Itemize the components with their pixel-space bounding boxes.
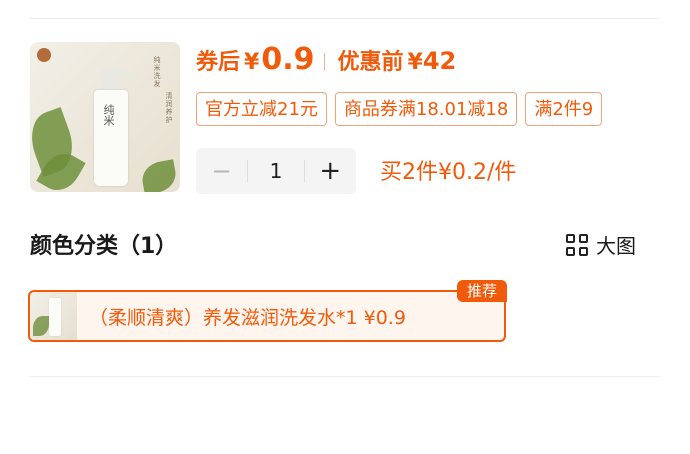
bottle-pump-arm <box>116 70 130 75</box>
thumbnail-side-text: 纯米洗发 <box>153 56 161 88</box>
multi-buy-price: 买2件¥0.2/件 <box>380 160 517 185</box>
coupon-tag[interactable]: 商品券满18.01减18 <box>334 92 518 126</box>
before-discount-price: 42 <box>422 47 457 75</box>
coupon-tag[interactable]: 官方立减21元 <box>196 92 327 126</box>
product-thumbnail[interactable]: 纯米 纯米洗发 清润养护 <box>30 42 180 192</box>
large-image-toggle[interactable]: 大图 <box>566 230 636 259</box>
coupon-tag[interactable]: 满2件9 <box>525 92 603 126</box>
after-coupon-label: 券后 <box>196 50 241 75</box>
currency-symbol: ¥ <box>407 50 423 75</box>
top-divider <box>30 18 660 19</box>
variant-thumbnail <box>31 292 77 340</box>
brand-logo <box>37 48 51 62</box>
coupon-tags: 官方立减21元 商品券满18.01减18 满2件9 <box>196 92 638 128</box>
quantity-value[interactable]: 1 <box>247 160 305 182</box>
before-discount-label: 优惠前 <box>337 50 404 75</box>
after-coupon-price: 0.9 <box>261 42 315 77</box>
bottle-image <box>49 298 61 336</box>
quantity-increment-button[interactable]: + <box>305 148 356 194</box>
grid-icon <box>566 233 588 256</box>
leaf-decoration <box>33 316 49 336</box>
bottle-label: 纯米 <box>102 104 115 126</box>
quantity-decrement-button[interactable]: − <box>196 148 247 194</box>
leaf-decoration <box>139 159 179 192</box>
variant-option[interactable]: （柔顺清爽）养发滋润洗发水*1 ¥0.9 <box>28 290 506 342</box>
quantity-stepper: − 1 + <box>196 148 356 194</box>
recommended-badge: 推荐 <box>457 280 507 302</box>
price-line: 券后 ¥ 0.9 优惠前 ¥ 42 <box>196 42 456 82</box>
currency-symbol: ¥ <box>244 50 260 75</box>
color-section-title: 颜色分类（1） <box>30 234 178 259</box>
thumbnail-side-text-2: 清润养护 <box>165 92 173 124</box>
large-image-label: 大图 <box>596 234 636 258</box>
price-separator <box>324 53 326 71</box>
bottom-divider <box>30 376 660 377</box>
variant-label: （柔顺清爽）养发滋润洗发水*1 ¥0.9 <box>89 306 406 329</box>
